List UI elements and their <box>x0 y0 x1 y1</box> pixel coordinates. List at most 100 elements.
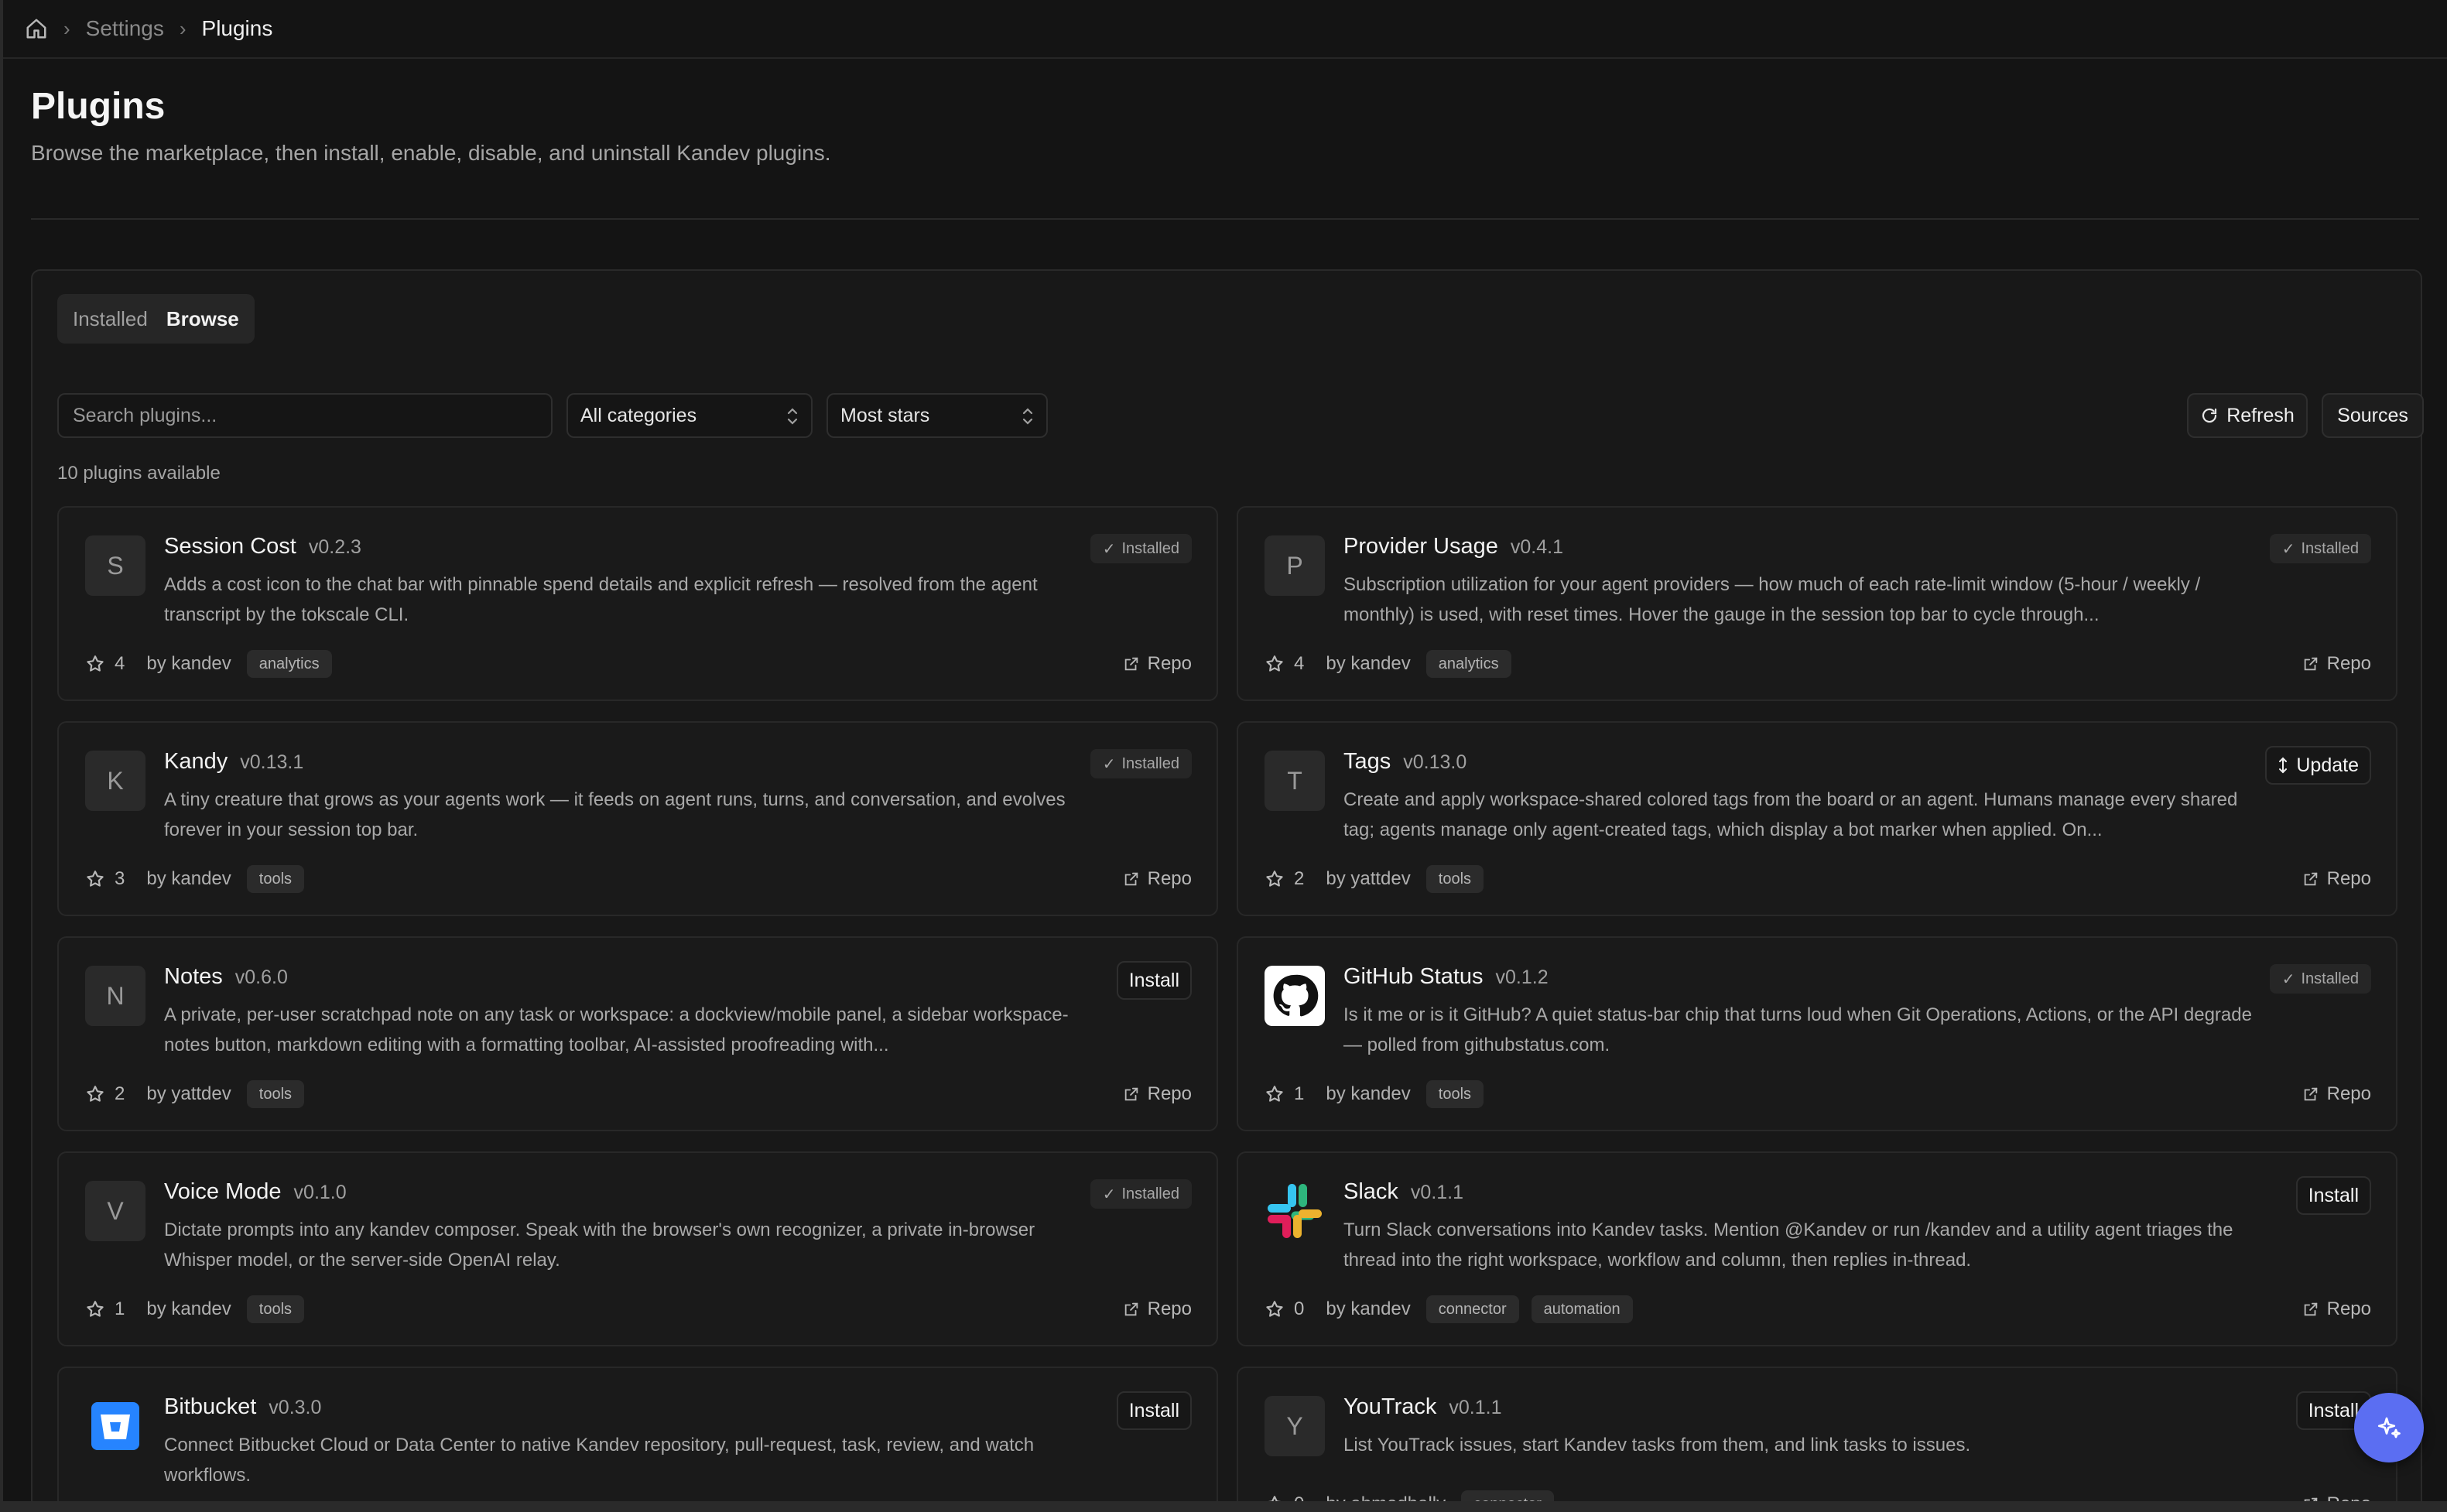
tab-list: Installed Browse <box>57 294 255 344</box>
plugin-description: Connect Bitbucket Cloud or Data Center t… <box>164 1435 1035 1486</box>
install-label: Install <box>2308 1184 2359 1206</box>
external-link-icon <box>2304 1302 2317 1316</box>
repo-link[interactable]: Repo <box>2302 1493 2371 1501</box>
repo-link[interactable]: Repo <box>2302 653 2371 675</box>
plugin-version: v0.3.0 <box>269 1397 322 1418</box>
plugin-card-session-cost[interactable]: S Session Cost v0.2.3 ✓ Installed Adds a c… <box>57 506 1218 701</box>
plugin-description: List YouTrack issues, start Kandev tasks… <box>1343 1435 1971 1456</box>
plugin-author: by kandev <box>1326 1083 1411 1104</box>
installed-badge: ✓ Installed <box>2269 534 2371 563</box>
sort-select[interactable]: Most stars <box>827 393 1048 438</box>
check-icon: ✓ <box>2281 970 2295 988</box>
install-label: Install <box>1128 1399 1179 1421</box>
plugin-avatar: N <box>85 966 145 1026</box>
install-button[interactable]: Install <box>1116 1391 1192 1430</box>
install-button[interactable]: Install <box>2295 1176 2371 1215</box>
repo-link[interactable]: Repo <box>2302 1083 2371 1105</box>
plugin-card-tags[interactable]: T Tags v0.13.0 Update Create and apply wo… <box>1237 721 2397 916</box>
installed-badge-label: Installed <box>2301 970 2360 987</box>
refresh-button[interactable]: Refresh <box>2187 393 2308 438</box>
external-link-icon <box>1124 1302 1138 1316</box>
bitbucket-logo <box>91 1402 139 1450</box>
plugin-card-provider-usage[interactable]: P Provider Usage v0.4.1 ✓ Installed Subscr… <box>1237 506 2397 701</box>
plugin-description: Create and apply workspace-shared colore… <box>1343 789 2238 840</box>
plugin-version: v0.6.0 <box>234 966 288 988</box>
plugin-author: by kandev <box>146 653 231 674</box>
assistant-fab[interactable] <box>2354 1393 2424 1462</box>
plugin-author: by kandev <box>146 868 231 889</box>
sort-select-value: Most stars <box>840 404 930 426</box>
plugin-card-bitbucket[interactable]: Bitbucket v0.3.0 Install Connect Bitbucke… <box>57 1367 1218 1501</box>
repo-label: Repo <box>2326 1083 2371 1104</box>
page-title: Plugins <box>31 86 166 127</box>
breadcrumb: › Settings › Plugins <box>3 0 2447 59</box>
tab-browse[interactable]: Browse <box>157 298 248 340</box>
star-count: 4 <box>1294 653 1305 674</box>
external-link-icon <box>2304 657 2317 671</box>
plugin-tag: tools <box>246 1295 305 1323</box>
app-frame: › Settings › Plugins Plugins Browse the … <box>0 0 2447 1512</box>
refresh-icon <box>2202 408 2217 423</box>
plugin-version: v0.1.1 <box>1449 1397 1502 1418</box>
installed-badge-label: Installed <box>1121 1185 1180 1202</box>
github-icon <box>1265 966 1325 1026</box>
plugin-card-slack[interactable]: Slack v0.1.1 Install Turn Slack conversat… <box>1237 1151 2397 1346</box>
install-label: Install <box>1128 969 1179 991</box>
plugin-card-youtrack[interactable]: Y YouTrack v0.1.1 Install List YouTrack i… <box>1237 1367 2397 1512</box>
page-subtitle: Browse the marketplace, then install, en… <box>31 141 831 165</box>
star-icon <box>1266 1086 1283 1102</box>
divider <box>31 218 2419 220</box>
external-link-icon <box>2304 1087 2317 1101</box>
repo-link[interactable]: Repo <box>1123 868 1192 890</box>
plugin-tag: tools <box>1425 865 1484 893</box>
plugin-name: Slack <box>1343 1179 1398 1204</box>
plugin-tag: analytics <box>1425 650 1511 678</box>
update-button[interactable]: Update <box>2265 746 2371 785</box>
plugin-author: by kandev <box>146 1298 231 1319</box>
plugin-description: Is it me or is it GitHub? A quiet status… <box>1343 1004 2252 1055</box>
repo-link[interactable]: Repo <box>2302 868 2371 890</box>
star-count: 2 <box>115 1083 125 1104</box>
plugin-avatar: Y <box>1265 1396 1325 1456</box>
update-label: Update <box>2296 754 2359 776</box>
category-select-value: All categories <box>580 404 697 426</box>
repo-label: Repo <box>2326 653 2371 674</box>
plugin-card-kandy[interactable]: K Kandy v0.13.1 ✓ Installed A tiny creatur… <box>57 721 1218 916</box>
repo-label: Repo <box>1147 1298 1192 1319</box>
category-select[interactable]: All categories <box>566 393 813 438</box>
sparkles-icon <box>2377 1417 2401 1438</box>
chevron-right-icon: › <box>179 16 187 40</box>
check-icon: ✓ <box>1102 755 1116 773</box>
home-icon[interactable] <box>25 17 48 40</box>
repo-link[interactable]: Repo <box>1123 1083 1192 1105</box>
plugin-card-voice-mode[interactable]: V Voice Mode v0.1.0 ✓ Installed Dictate pr… <box>57 1151 1218 1346</box>
plugin-version: v0.13.0 <box>1403 751 1467 773</box>
plugin-version: v0.1.1 <box>1410 1182 1464 1203</box>
check-icon: ✓ <box>2281 540 2295 558</box>
sources-button[interactable]: Sources <box>2322 393 2424 438</box>
plugin-avatar: T <box>1265 751 1325 811</box>
plugin-card-notes[interactable]: N Notes v0.6.0 Install A private, per-use… <box>57 936 1218 1131</box>
plugin-card-github-status[interactable]: GitHub Status v0.1.2 ✓ Installed Is it me … <box>1237 936 2397 1131</box>
install-label: Install <box>2308 1399 2359 1421</box>
star-count: 0 <box>1294 1493 1305 1512</box>
repo-link[interactable]: Repo <box>1123 1298 1192 1320</box>
installed-badge-label: Installed <box>1121 754 1180 772</box>
installed-badge: ✓ Installed <box>2269 964 2371 994</box>
plugin-description: Turn Slack conversations into Kandev tas… <box>1343 1220 2233 1271</box>
repo-label: Repo <box>1147 1083 1192 1104</box>
repo-link[interactable]: Repo <box>1123 653 1192 675</box>
star-count: 0 <box>1294 1298 1305 1319</box>
plugin-author: by yattdev <box>1326 868 1411 889</box>
plugin-name: Kandy <box>164 749 228 774</box>
repo-link[interactable]: Repo <box>2302 1298 2371 1320</box>
plugin-description: Dictate prompts into any kandev composer… <box>164 1220 1035 1271</box>
star-icon <box>1266 1301 1283 1317</box>
refresh-label: Refresh <box>2226 404 2295 426</box>
install-button[interactable]: Install <box>1116 961 1192 1000</box>
search-input[interactable] <box>57 393 553 438</box>
breadcrumb-settings[interactable]: Settings <box>86 16 164 41</box>
external-link-icon <box>2304 872 2317 886</box>
tab-installed[interactable]: Installed <box>63 298 157 340</box>
repo-label: Repo <box>2326 1298 2371 1319</box>
